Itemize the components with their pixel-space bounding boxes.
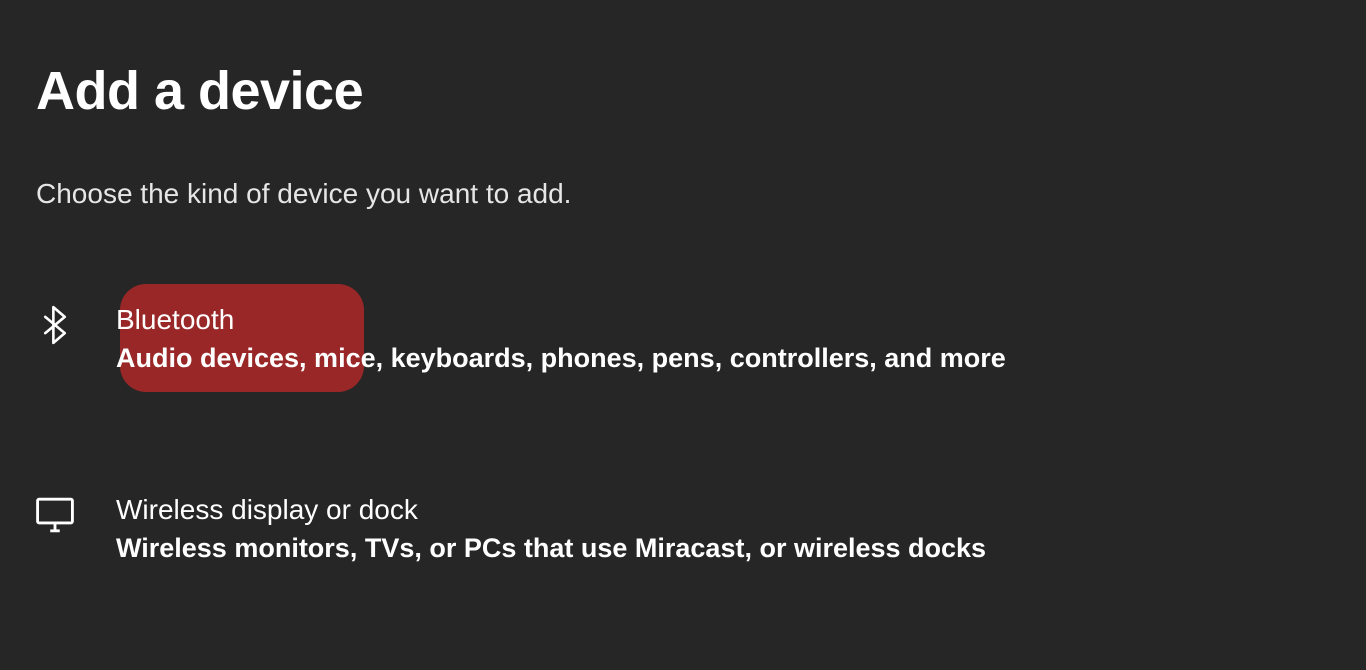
option-bluetooth[interactable]: Bluetooth Audio devices, mice, keyboards…: [36, 302, 1330, 377]
monitor-icon: [36, 496, 74, 534]
dialog-title: Add a device: [36, 60, 1330, 122]
option-wireless-display-description: Wireless monitors, TVs, or PCs that use …: [116, 530, 986, 566]
option-bluetooth-description: Audio devices, mice, keyboards, phones, …: [116, 340, 1006, 376]
bluetooth-icon: [36, 306, 74, 344]
option-bluetooth-title: Bluetooth: [116, 302, 1006, 338]
option-wireless-display[interactable]: Wireless display or dock Wireless monito…: [36, 492, 1330, 567]
option-wireless-display-title: Wireless display or dock: [116, 492, 986, 528]
dialog-subtitle: Choose the kind of device you want to ad…: [36, 178, 1330, 210]
